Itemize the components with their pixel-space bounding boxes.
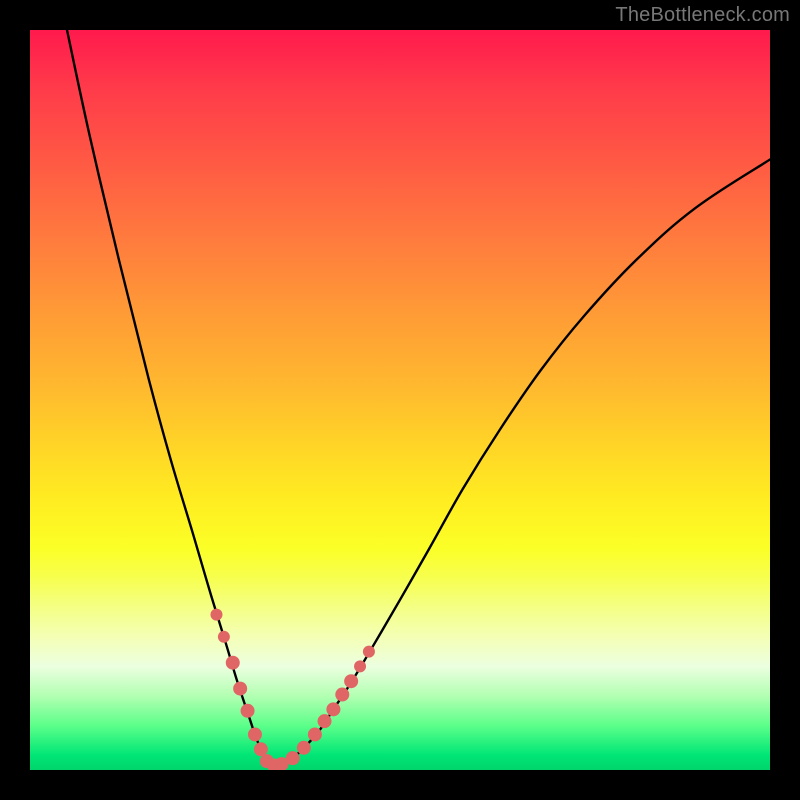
highlight-dot	[226, 656, 240, 670]
highlight-dot	[363, 646, 375, 658]
chart-frame: TheBottleneck.com	[0, 0, 800, 800]
highlight-dot	[210, 609, 222, 621]
highlight-dot	[354, 660, 366, 672]
watermark-label: TheBottleneck.com	[615, 4, 790, 27]
highlight-dot	[248, 727, 262, 741]
highlight-dot	[344, 674, 358, 688]
highlight-dot	[218, 631, 230, 643]
highlight-dot	[326, 702, 340, 716]
highlight-dot	[233, 682, 247, 696]
highlight-dot	[286, 751, 300, 765]
highlight-dot	[335, 688, 349, 702]
highlight-dot	[308, 727, 322, 741]
highlight-markers	[210, 609, 374, 770]
bottleneck-curve	[67, 30, 770, 766]
plot-background	[30, 30, 770, 770]
highlight-dot	[254, 742, 268, 756]
highlight-dot	[318, 714, 332, 728]
plot-svg	[30, 30, 770, 770]
highlight-dot	[241, 704, 255, 718]
highlight-dot	[297, 741, 311, 755]
